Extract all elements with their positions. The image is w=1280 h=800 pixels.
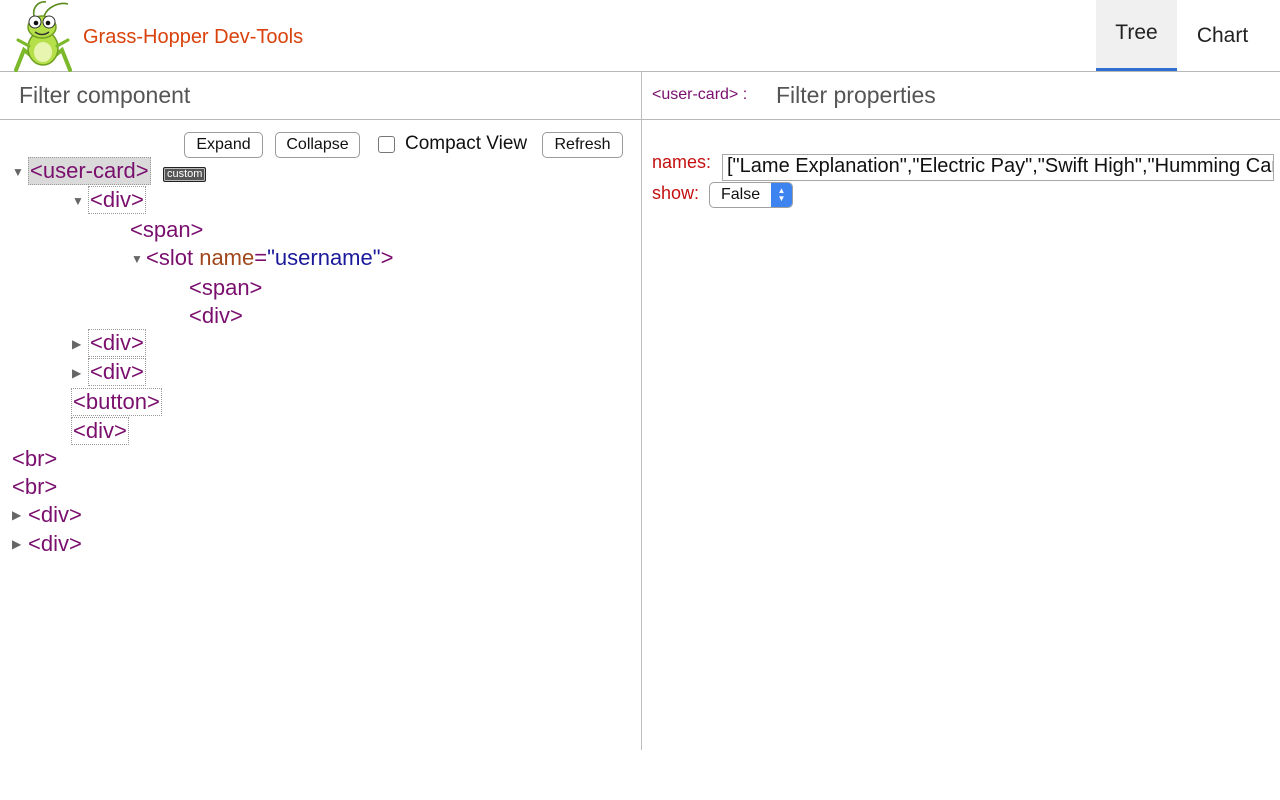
tree-node-button[interactable]: <button>: [71, 388, 162, 416]
slot-tag-open: <slot: [146, 245, 200, 270]
tree-node-div[interactable]: <div>: [88, 329, 146, 357]
tab-tree-label: Tree: [1115, 20, 1158, 44]
custom-element-badge: custom: [163, 167, 207, 182]
slot-attribute-eq: =: [254, 245, 268, 270]
tab-chart-label: Chart: [1196, 23, 1249, 47]
tree-node-span[interactable]: <span>: [130, 217, 203, 243]
expand-button[interactable]: Expand: [184, 132, 263, 158]
select-updown-icon: ▲ ▼: [771, 183, 792, 207]
refresh-button[interactable]: Refresh: [542, 132, 623, 158]
collapsed-arrow-icon[interactable]: ▶: [72, 337, 81, 351]
expanded-arrow-icon[interactable]: ▼: [72, 194, 84, 208]
property-filter-bar: <user-card> :: [642, 72, 1280, 120]
filter-component-input[interactable]: [17, 72, 617, 118]
tree-node-slot[interactable]: <slot name="username">: [146, 245, 393, 271]
tab-tree[interactable]: Tree: [1096, 0, 1177, 71]
tree-node-span[interactable]: <span>: [189, 275, 262, 301]
collapsed-arrow-icon[interactable]: ▶: [12, 508, 21, 522]
grasshopper-logo-icon: [4, 0, 78, 72]
names-property-label: names:: [652, 152, 712, 172]
tree-node-div[interactable]: <div>: [28, 502, 82, 528]
panel-divider[interactable]: [641, 72, 642, 750]
expanded-arrow-icon[interactable]: ▼: [12, 165, 24, 179]
selected-component-tag: <user-card> :: [652, 86, 748, 103]
tree-node-div[interactable]: <div>: [88, 186, 146, 214]
names-property-input[interactable]: ["Lame Explanation","Electric Pay","Swif…: [722, 154, 1274, 181]
tab-chart[interactable]: Chart: [1177, 0, 1268, 71]
component-filter-bar: [0, 72, 641, 120]
slot-tag-close: >: [380, 245, 394, 270]
collapse-button[interactable]: Collapse: [275, 132, 360, 158]
filter-properties-input[interactable]: [774, 72, 1264, 118]
collapsed-arrow-icon[interactable]: ▶: [72, 366, 81, 380]
tree-node-div[interactable]: <div>: [28, 531, 82, 557]
app-header: Grass-Hopper Dev-Tools Tree Chart: [0, 0, 1280, 72]
compact-view-checkbox[interactable]: [378, 136, 395, 153]
show-select-value: False: [721, 186, 761, 203]
slot-attribute-value: "username": [267, 245, 381, 270]
app-title: Grass-Hopper Dev-Tools: [83, 26, 304, 48]
slot-attribute-name: name: [199, 245, 255, 270]
tree-node-div[interactable]: <div>: [189, 303, 243, 329]
tree-node-user-card[interactable]: <user-card>: [28, 157, 151, 185]
show-property-select[interactable]: False ▲ ▼: [709, 182, 793, 208]
tree-node-br[interactable]: <br>: [12, 474, 57, 500]
show-property-label: show:: [652, 183, 700, 203]
tree-node-div[interactable]: <div>: [88, 358, 146, 386]
tree-node-div[interactable]: <div>: [71, 417, 129, 445]
expanded-arrow-icon[interactable]: ▼: [131, 252, 143, 266]
compact-view-label[interactable]: Compact View: [405, 133, 527, 155]
collapsed-arrow-icon[interactable]: ▶: [12, 537, 21, 551]
tree-node-br[interactable]: <br>: [12, 446, 57, 472]
